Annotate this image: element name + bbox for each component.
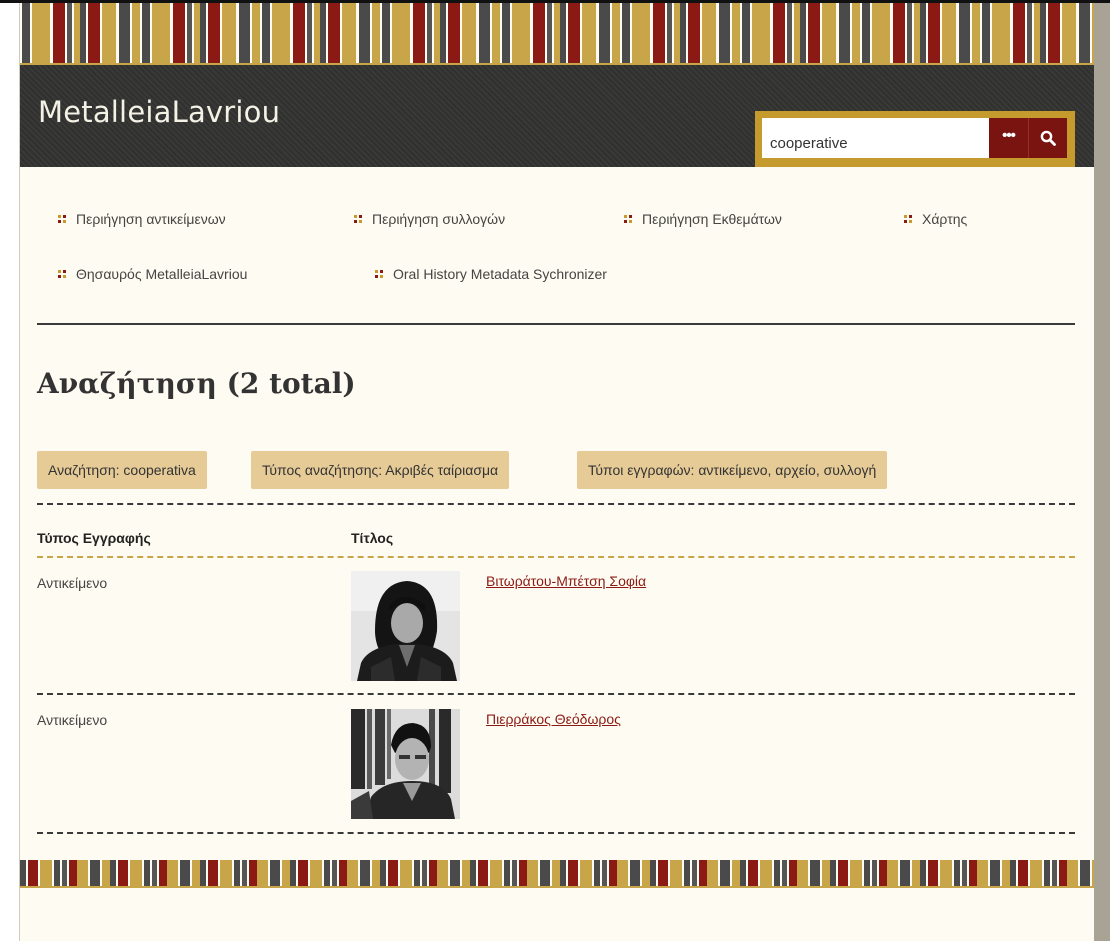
main-navigation: Περιήγηση αντικείμενων Περιήγηση συλλογώ… — [20, 167, 1094, 327]
divider — [37, 323, 1075, 325]
header-row-border — [37, 556, 1075, 558]
nav-item-label: Oral History Metadata Sychronizer — [393, 266, 607, 282]
nav-item-label: Περιήγηση Εκθεμάτων — [642, 211, 782, 227]
search-icon — [1040, 130, 1056, 146]
result-title-link[interactable]: Πιερράκος Θεόδωρος — [486, 711, 621, 727]
page-title-label: Αναζήτηση — [37, 367, 217, 400]
site-header: MetalleiaLavriou ••• — [20, 65, 1094, 167]
filter-query: Αναζήτηση: cooperativa — [37, 451, 207, 489]
left-gutter — [0, 3, 20, 941]
bullet-icon — [58, 269, 68, 279]
bullet-icon — [375, 269, 385, 279]
row-divider — [37, 693, 1075, 695]
column-header-type[interactable]: Τύπος Εγγραφής — [37, 530, 151, 546]
nav-item-map[interactable]: Χάρτης — [904, 211, 967, 227]
column-header-title[interactable]: Τίτλος — [351, 530, 393, 546]
window-scrollbar[interactable] — [1094, 3, 1110, 941]
portrait-image-man — [351, 709, 460, 819]
search-button[interactable] — [1029, 118, 1067, 158]
result-count: (2 total) — [226, 367, 356, 400]
bullet-icon — [354, 214, 364, 224]
advanced-search-button[interactable]: ••• — [989, 118, 1029, 158]
result-thumbnail[interactable] — [351, 571, 460, 681]
nav-item-browse-collections[interactable]: Περιήγηση συλλογών — [354, 211, 505, 227]
table-top-border — [37, 503, 1075, 505]
nav-item-label: Χάρτης — [922, 211, 968, 227]
result-thumbnail[interactable] — [351, 709, 460, 819]
decorative-stripes-top — [20, 3, 1094, 65]
nav-item-label: Περιήγηση αντικείμενων — [76, 211, 226, 227]
bullet-icon — [904, 214, 914, 224]
bullet-icon — [624, 214, 634, 224]
nav-item-label: Περιήγηση συλλογών — [372, 211, 506, 227]
search-input[interactable] — [762, 118, 989, 158]
page: MetalleiaLavriou ••• Περιήγηση αντικείμε… — [20, 3, 1094, 941]
nav-item-browse-exhibits[interactable]: Περιήγηση Εκθεμάτων — [624, 211, 782, 227]
nav-item-oral-history[interactable]: Oral History Metadata Sychronizer — [375, 266, 607, 282]
filter-record-types: Τύποι εγγραφών: αντικείμενο, αρχείο, συλ… — [577, 451, 888, 489]
nav-item-label: Θησαυρός MetalleiaLavriou — [76, 266, 248, 282]
page-title: Αναζήτηση (2 total) — [37, 367, 356, 400]
record-type: Αντικείμενο — [37, 712, 108, 728]
result-title-link[interactable]: Βιτωράτου-Μπέτση Σοφία — [486, 573, 646, 589]
bullet-icon — [58, 214, 68, 224]
decorative-stripes-bottom — [20, 860, 1094, 888]
site-title[interactable]: MetalleiaLavriou — [38, 95, 280, 129]
portrait-image-woman — [351, 571, 460, 681]
table-bottom-border — [37, 832, 1075, 834]
filter-search-type: Τύπος αναζήτησης: Ακριβές ταίριασμα — [251, 451, 510, 489]
nav-item-browse-items[interactable]: Περιήγηση αντικείμενων — [58, 211, 226, 227]
search-form: ••• — [755, 111, 1075, 167]
record-type: Αντικείμενο — [37, 575, 108, 591]
nav-item-thesaurus[interactable]: Θησαυρός MetalleiaLavriou — [58, 266, 247, 282]
